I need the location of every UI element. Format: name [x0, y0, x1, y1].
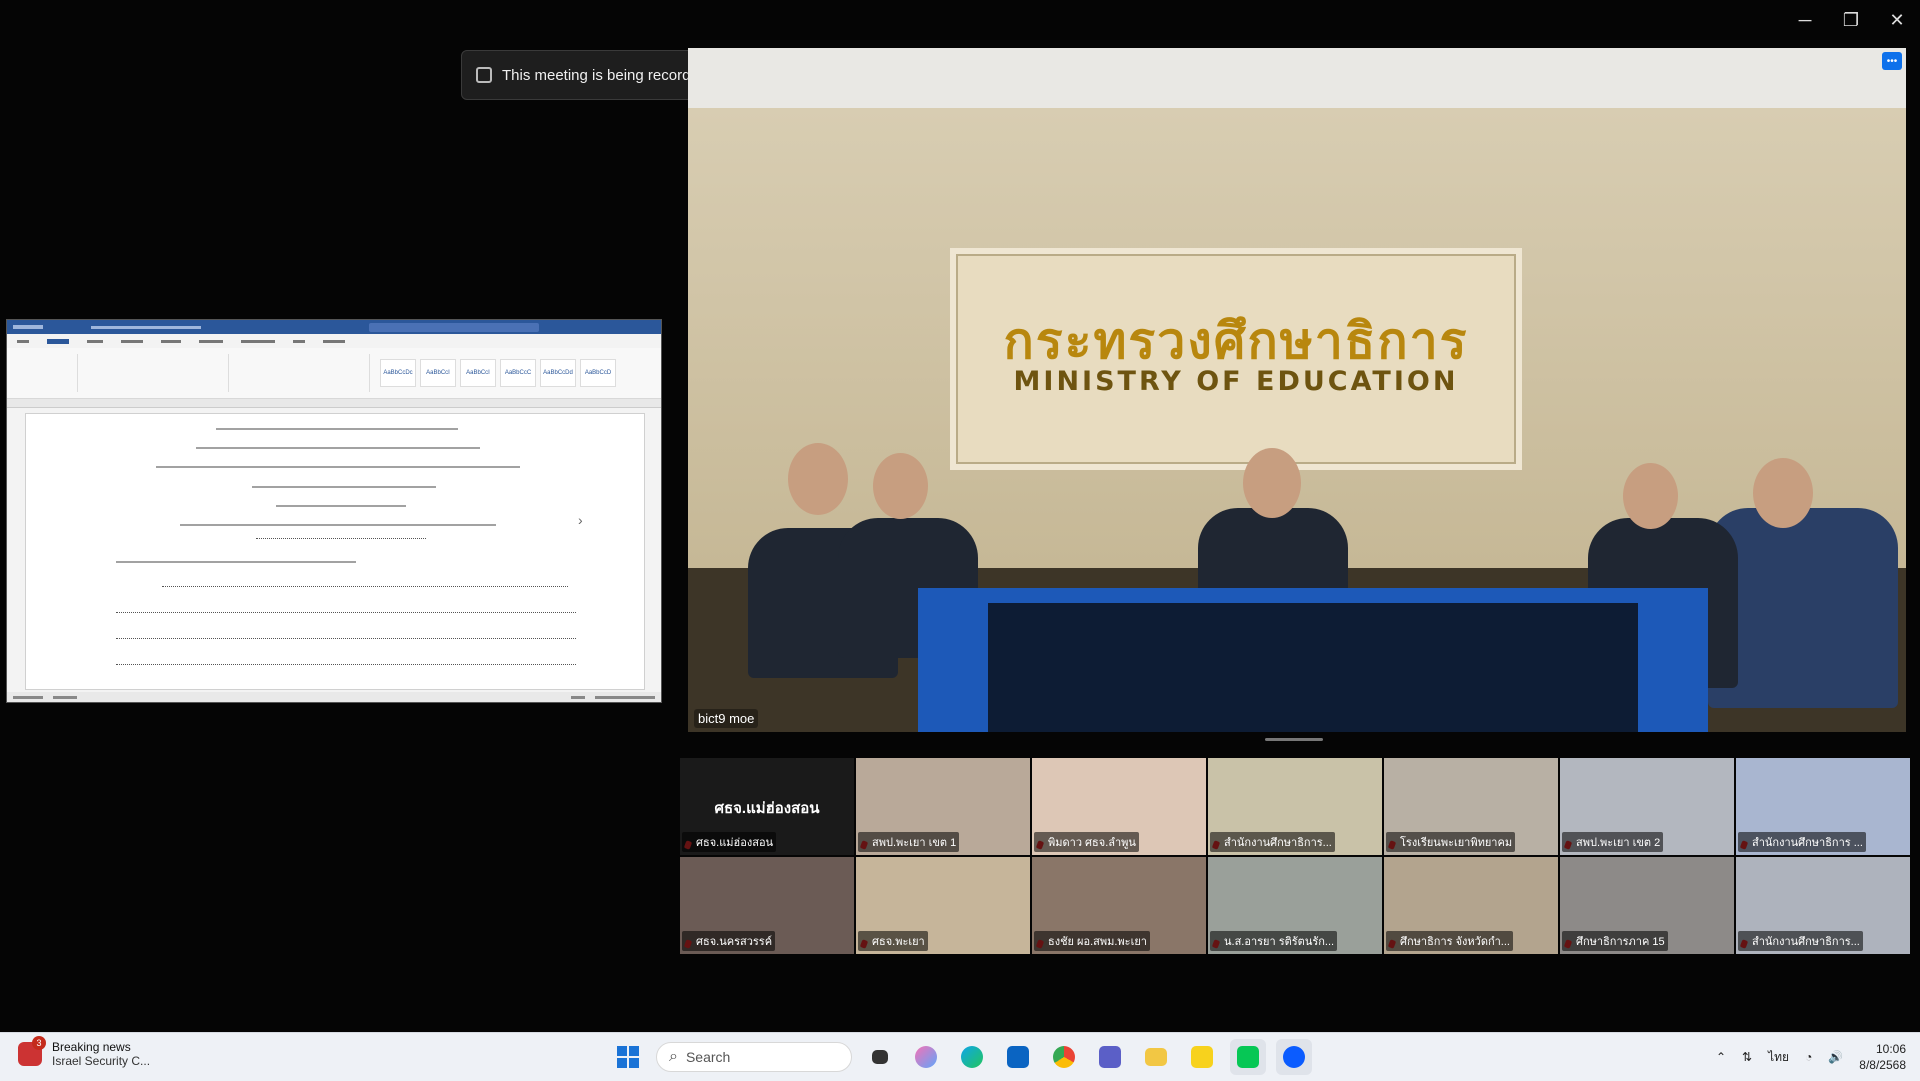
- participant-tile[interactable]: ศธจ.นครสวรรค์: [680, 857, 854, 954]
- word-status-bar: [7, 692, 661, 702]
- chevron-up-icon[interactable]: ⌃: [1716, 1050, 1726, 1064]
- participant-tile[interactable]: สพป.พะเยา เขต 1: [856, 758, 1030, 855]
- conference-table-top: [988, 603, 1638, 732]
- minimize-button[interactable]: ─: [1782, 0, 1828, 40]
- recording-icon: [476, 67, 492, 83]
- time: 10:06: [1875, 1042, 1906, 1056]
- participant-name: สพป.พะเยา เขต 1: [858, 832, 960, 852]
- participant-name: สำนักงานศึกษาธิการ ...: [1738, 832, 1866, 852]
- person-head: [788, 443, 848, 515]
- participant-name: สำนักงานศึกษาธิการ...: [1210, 832, 1335, 852]
- start-button[interactable]: [610, 1039, 646, 1075]
- ceiling: [688, 48, 1906, 108]
- participant-name: สำนักงานศึกษาธิการ...: [1738, 931, 1863, 951]
- news-widget[interactable]: 3 Breaking news Israel Security C...: [18, 1036, 151, 1068]
- participant-name: ศธจ.นครสวรรค์: [682, 931, 776, 951]
- line-button[interactable]: [1230, 1039, 1266, 1075]
- folder-icon: [1145, 1048, 1167, 1066]
- ruler: [7, 399, 661, 408]
- zoom-icon: [1283, 1046, 1305, 1068]
- news-subtitle: Israel Security C...: [52, 1054, 151, 1068]
- news-title: Breaking news: [52, 1040, 131, 1054]
- sticky-notes-icon: [1191, 1046, 1213, 1068]
- participant-name: ธงชัย ผอ.สพม.พะเยา: [1034, 931, 1150, 951]
- taskbar-apps: ⌕ Search: [610, 1039, 1312, 1075]
- news-icon: 3: [18, 1036, 46, 1066]
- gallery-strip: ศธจ.แม่ฮ่องสอน ศธจ.แม่ฮ่องสอน สพป.พะเยา เข…: [680, 758, 1912, 958]
- word-search-box[interactable]: [369, 322, 539, 332]
- wifi-icon[interactable]: ◔: [1805, 1050, 1812, 1064]
- person-head: [1753, 458, 1813, 528]
- task-view-button[interactable]: [862, 1039, 898, 1075]
- outlook-button[interactable]: [1000, 1039, 1036, 1075]
- taskbar-search[interactable]: ⌕ Search: [656, 1042, 852, 1072]
- teams-icon: [1099, 1046, 1121, 1068]
- file-explorer-button[interactable]: [1138, 1039, 1174, 1075]
- sign-english-text: MINISTRY OF EDUCATION: [1013, 366, 1459, 397]
- clock[interactable]: 10:06 8/8/2568: [1859, 1041, 1906, 1073]
- chrome-button[interactable]: [1046, 1039, 1082, 1075]
- system-tray: ⌃ ⇅ ไทย ◔ 🔊 10:06 8/8/2568: [1716, 1039, 1906, 1075]
- chevron-right-icon[interactable]: ›: [578, 512, 583, 528]
- word-ribbon-tabs: [7, 334, 661, 348]
- window-controls: ─ ❐ ✕: [1782, 0, 1920, 40]
- participant-tile[interactable]: ศึกษาธิการ จังหวัดกำ...: [1384, 857, 1558, 954]
- participant-name: ศึกษาธิการ จังหวัดกำ...: [1386, 931, 1513, 951]
- search-placeholder: Search: [685, 1049, 731, 1065]
- document-page: ›: [25, 413, 645, 690]
- volume-icon[interactable]: 🔊: [1828, 1050, 1843, 1064]
- word-ribbon: AaBbCcDc AaBbCcI AaBbCcI AaBbCcC AaBbCcDd AaB…: [7, 348, 661, 399]
- windows-icon: [617, 1046, 639, 1068]
- teams-button[interactable]: [1092, 1039, 1128, 1075]
- zoom-button[interactable]: [1276, 1039, 1312, 1075]
- copilot-icon: [915, 1046, 937, 1068]
- line-icon: [1237, 1046, 1259, 1068]
- taskbar: 3 Breaking news Israel Security C... ⌕ S…: [0, 1032, 1920, 1081]
- date: 8/8/2568: [1859, 1058, 1906, 1072]
- chrome-icon: [1053, 1046, 1075, 1068]
- more-options-icon[interactable]: •••: [1882, 52, 1902, 70]
- participant-tile[interactable]: ศึกษาธิการภาค 15: [1560, 857, 1734, 954]
- language-indicator[interactable]: ไทย: [1768, 1048, 1789, 1067]
- outlook-icon: [1007, 1046, 1029, 1068]
- participant-name: ศธจ.พะเยา: [858, 931, 928, 951]
- close-button[interactable]: ✕: [1874, 0, 1920, 40]
- edge-button[interactable]: [954, 1039, 990, 1075]
- network-status-icon[interactable]: ⇅: [1742, 1050, 1752, 1064]
- participant-tile[interactable]: สำนักงานศึกษาธิการ ...: [1736, 758, 1910, 855]
- copilot-button[interactable]: [908, 1039, 944, 1075]
- participant-tile[interactable]: พิมดาว ศธจ.ลำพูน: [1032, 758, 1206, 855]
- resize-handle[interactable]: [1265, 738, 1323, 741]
- participant-name: พิมดาว ศธจ.ลำพูน: [1034, 832, 1139, 852]
- participant-name: น.ส.อารยา รติรัตนรัก...: [1210, 931, 1338, 951]
- participant-label: bict9 moe: [694, 709, 759, 728]
- edge-icon: [961, 1046, 983, 1068]
- shared-document[interactable]: AaBbCcDc AaBbCcI AaBbCcI AaBbCcC AaBbCcDd AaB…: [6, 319, 662, 703]
- restore-button[interactable]: ❐: [1828, 0, 1874, 40]
- word-titlebar: [7, 320, 661, 334]
- person-head: [1243, 448, 1301, 518]
- participant-tile[interactable]: ธงชัย ผอ.สพม.พะเยา: [1032, 857, 1206, 954]
- person-head: [1623, 463, 1678, 529]
- participant-tile[interactable]: ศธจ.แม่ฮ่องสอน ศธจ.แม่ฮ่องสอน: [680, 758, 854, 855]
- participant-tile[interactable]: สพป.พะเยา เขต 2: [1560, 758, 1734, 855]
- news-badge: 3: [32, 1036, 46, 1050]
- person-head: [873, 453, 928, 519]
- participant-name: สพป.พะเยา เขต 2: [1562, 832, 1664, 852]
- search-icon: ⌕: [669, 1048, 678, 1065]
- participant-tile[interactable]: สำนักงานศึกษาธิการ...: [1208, 758, 1382, 855]
- sticky-notes-button[interactable]: [1184, 1039, 1220, 1075]
- participant-display-name: ศธจ.แม่ฮ่องสอน: [714, 800, 820, 817]
- participant-tile[interactable]: โรงเรียนพะเยาพิทยาคม: [1384, 758, 1558, 855]
- participant-name: โรงเรียนพะเยาพิทยาคม: [1386, 832, 1516, 852]
- participant-tile[interactable]: น.ส.อารยา รติรัตนรัก...: [1208, 857, 1382, 954]
- participant-tile[interactable]: สำนักงานศึกษาธิการ...: [1736, 857, 1910, 954]
- participant-tile[interactable]: ศธจ.พะเยา: [856, 857, 1030, 954]
- task-view-icon: [872, 1050, 888, 1064]
- styles-gallery[interactable]: AaBbCcDc AaBbCcI AaBbCcI AaBbCcC AaBbCcDd AaB…: [380, 359, 616, 387]
- participant-name: ศธจ.แม่ฮ่องสอน: [682, 832, 777, 852]
- active-speaker-video[interactable]: กระทรวงศึกษาธิการ MINISTRY OF EDUCATION …: [688, 48, 1906, 732]
- participant-name: ศึกษาธิการภาค 15: [1562, 931, 1668, 951]
- ministry-sign: กระทรวงศึกษาธิการ MINISTRY OF EDUCATION: [950, 248, 1522, 470]
